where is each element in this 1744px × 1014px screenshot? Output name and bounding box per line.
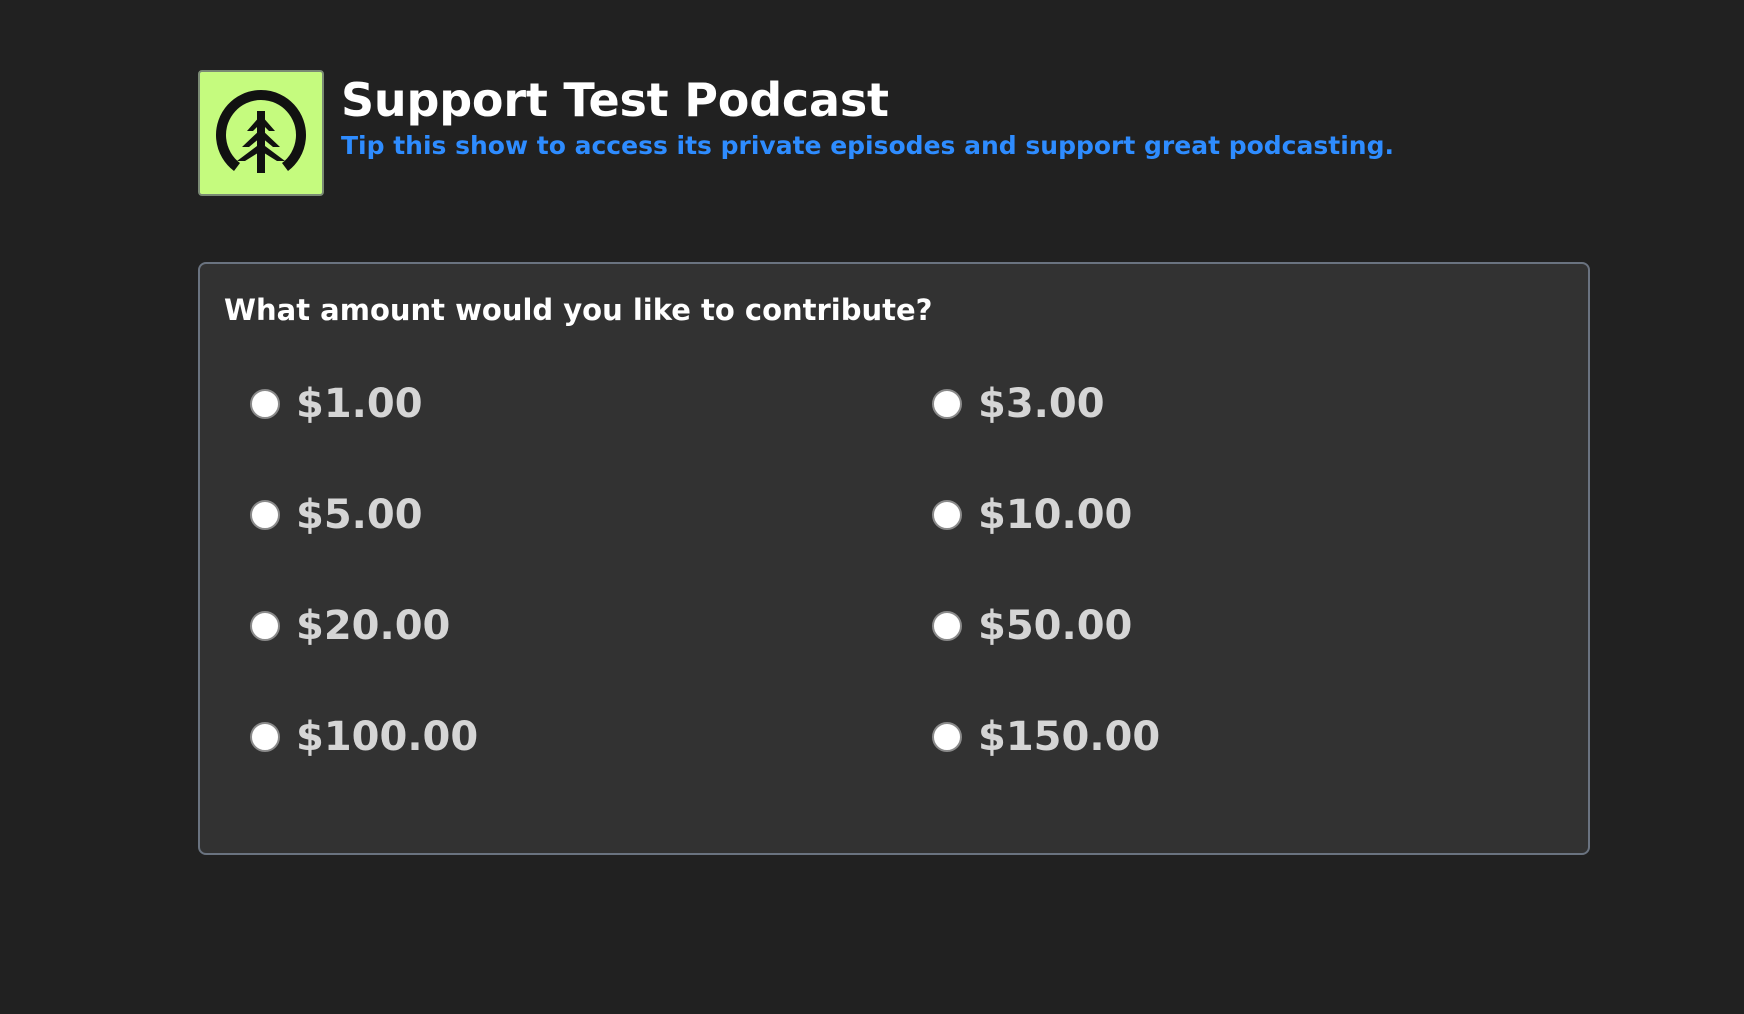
page-title: Support Test Podcast	[341, 73, 889, 127]
page-subtitle: Tip this show to access its private epis…	[341, 131, 1394, 160]
amount-radio[interactable]	[932, 500, 962, 530]
amount-label: $3.00	[978, 381, 1105, 427]
amount-label: $20.00	[296, 603, 451, 649]
amount-label: $1.00	[296, 381, 423, 427]
amount-label: $150.00	[978, 714, 1161, 760]
amount-option-3[interactable]: $3.00	[932, 374, 1532, 434]
amount-label: $5.00	[296, 492, 423, 538]
amount-radio[interactable]	[250, 722, 280, 752]
amount-option-100[interactable]: $100.00	[250, 707, 932, 767]
contribution-question: What amount would you like to contribute…	[224, 293, 933, 327]
podcast-header: Support Test Podcast Tip this show to ac…	[198, 70, 1394, 196]
amount-option-10[interactable]: $10.00	[932, 485, 1532, 545]
tree-logo-icon	[216, 90, 306, 173]
contribution-form: What amount would you like to contribute…	[198, 262, 1590, 855]
amount-option-1[interactable]: $1.00	[250, 374, 932, 434]
amount-label: $100.00	[296, 714, 479, 760]
amount-radio[interactable]	[932, 389, 962, 419]
amount-option-20[interactable]: $20.00	[250, 596, 932, 656]
amount-radio[interactable]	[250, 389, 280, 419]
amount-radio[interactable]	[250, 611, 280, 641]
amount-option-50[interactable]: $50.00	[932, 596, 1532, 656]
amount-radio[interactable]	[932, 722, 962, 752]
amount-label: $50.00	[978, 603, 1133, 649]
amount-options: $1.00 $3.00 $5.00 $10.00 $20.00 $50.00 $…	[250, 374, 1570, 818]
amount-option-5[interactable]: $5.00	[250, 485, 932, 545]
amount-radio[interactable]	[250, 500, 280, 530]
amount-label: $10.00	[978, 492, 1133, 538]
amount-radio[interactable]	[932, 611, 962, 641]
podcast-logo	[198, 70, 324, 196]
amount-option-150[interactable]: $150.00	[932, 707, 1532, 767]
